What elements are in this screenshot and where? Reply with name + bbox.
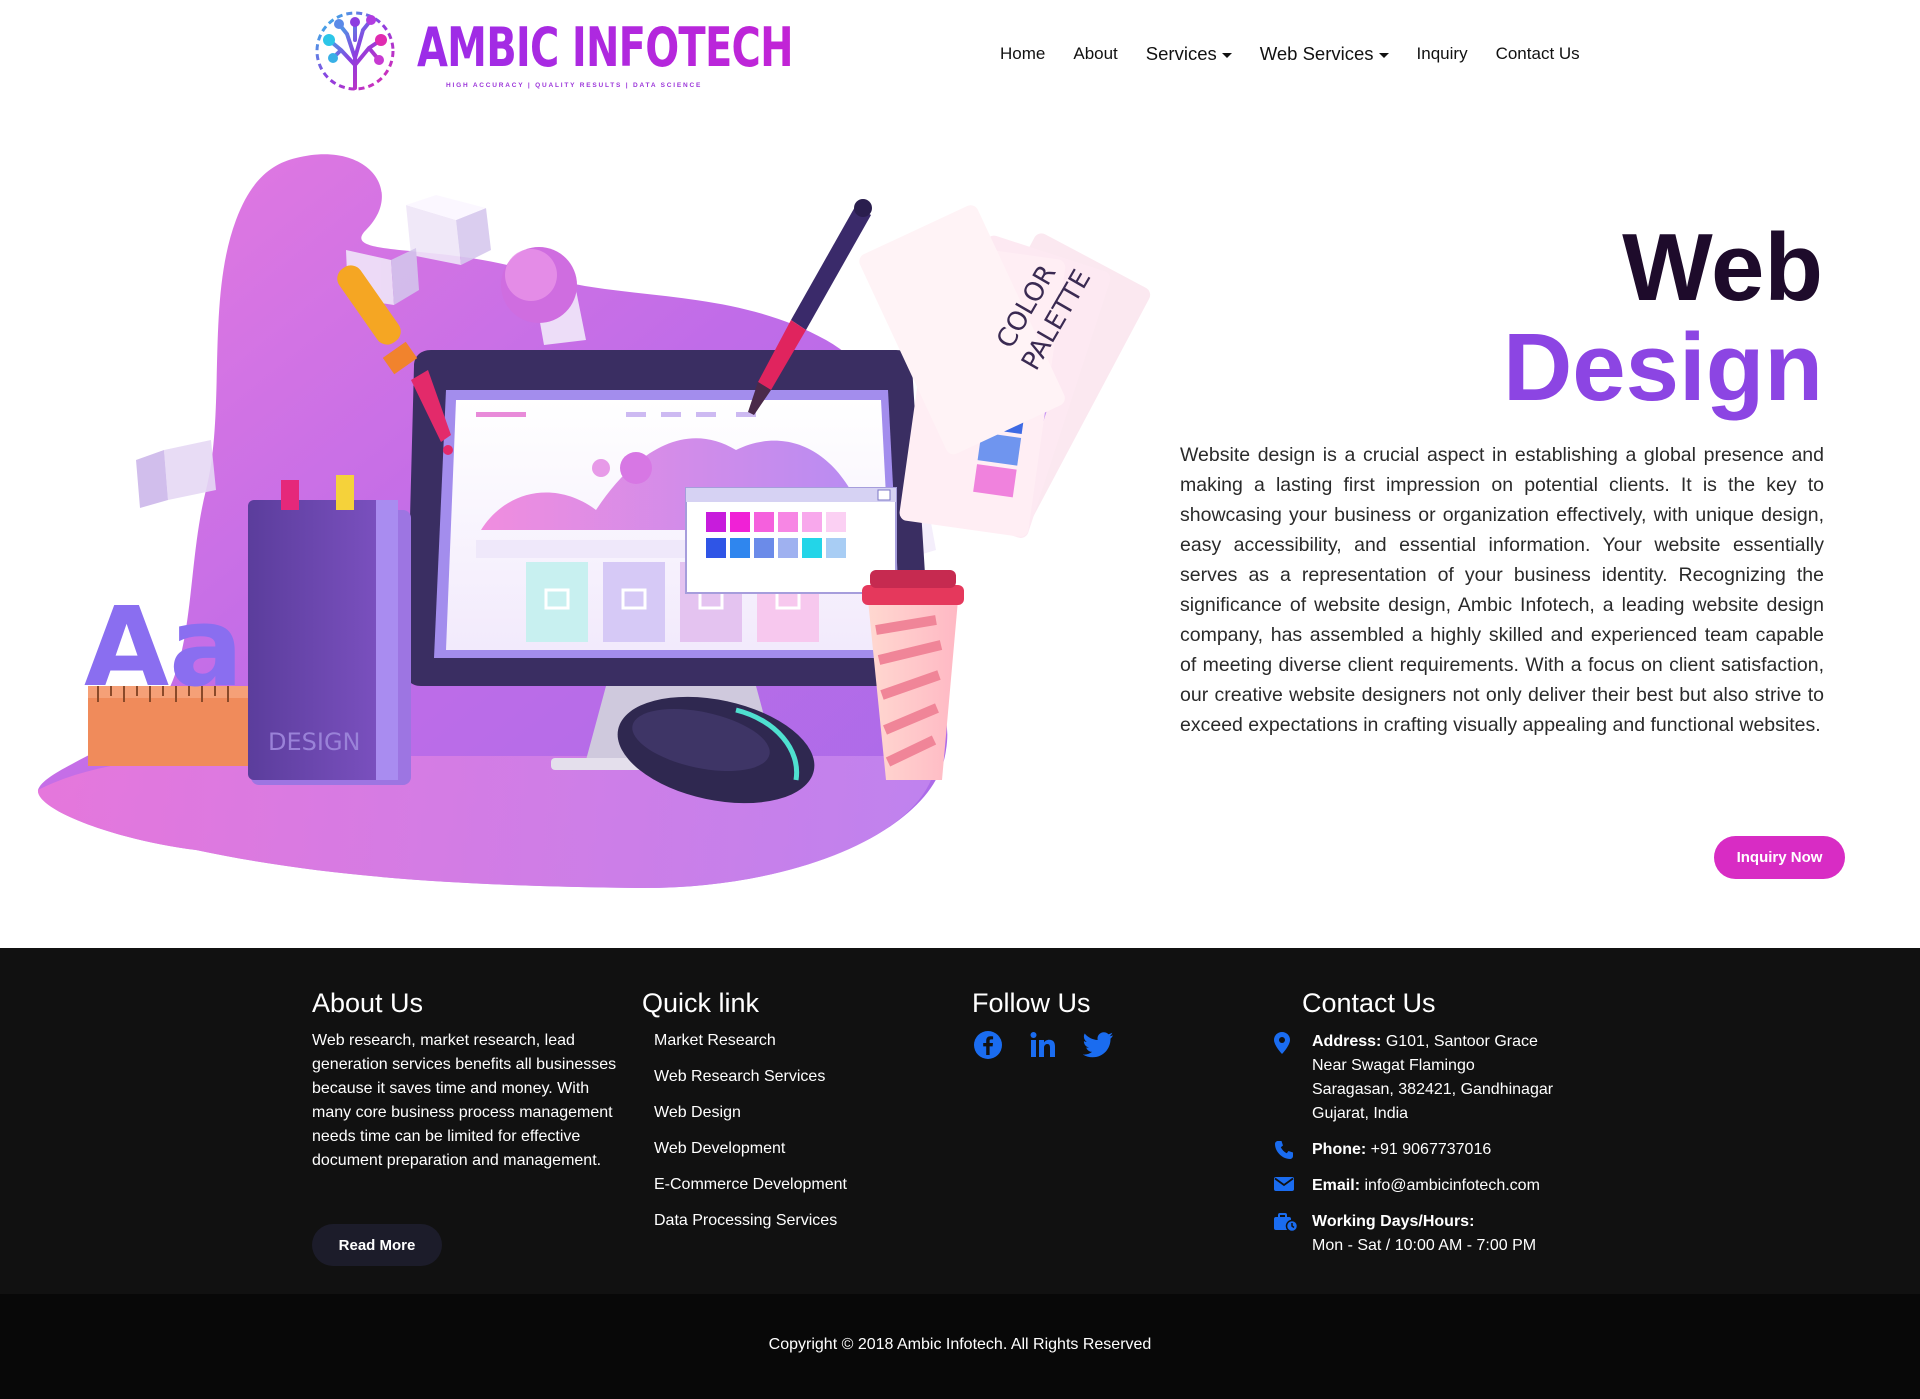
chevron-down-icon bbox=[1378, 52, 1389, 58]
address-label: Address: bbox=[1312, 1033, 1382, 1050]
nav-about-label: About bbox=[1073, 44, 1118, 63]
quick-link-web-development[interactable]: Web Development bbox=[642, 1137, 942, 1173]
briefcase-clock-icon bbox=[1272, 1210, 1312, 1234]
page-title: Web Design bbox=[1503, 220, 1823, 416]
book-label: DESIGN bbox=[268, 728, 361, 756]
linkedin-icon[interactable] bbox=[1027, 1029, 1059, 1061]
footer-contact: Contact Us bbox=[1302, 988, 1632, 1029]
nav-home[interactable]: Home bbox=[1000, 44, 1045, 64]
nav-services-label: Services bbox=[1145, 43, 1217, 64]
quick-link-ecommerce[interactable]: E-Commerce Development bbox=[642, 1173, 942, 1209]
footer-contact-heading: Contact Us bbox=[1302, 988, 1436, 1018]
footer-about-heading: About Us bbox=[312, 988, 424, 1018]
nav-inquiry-label: Inquiry bbox=[1416, 44, 1468, 63]
quick-link-data-processing[interactable]: Data Processing Services bbox=[642, 1209, 942, 1245]
site-footer bbox=[0, 948, 1920, 1294]
facebook-icon[interactable] bbox=[972, 1029, 1004, 1061]
footer-about: About Us Web research, market research, … bbox=[312, 988, 622, 1173]
location-pin-icon bbox=[1272, 1030, 1312, 1054]
nav-web-services[interactable]: Web Services bbox=[1260, 43, 1389, 65]
chevron-down-icon bbox=[1221, 52, 1232, 58]
address-line3: Saragasan, 382421, Gandhinagar bbox=[1312, 1081, 1554, 1098]
copyright-text: Copyright © 2018 Ambic Infotech. All Rig… bbox=[768, 1336, 1152, 1353]
footer-quick-links-heading: Quick link bbox=[642, 988, 760, 1018]
hours-value: Mon - Sat / 10:00 AM - 7:00 PM bbox=[1312, 1237, 1537, 1254]
hours-label: Working Days/Hours: bbox=[1312, 1213, 1475, 1230]
nav-web-services-label: Web Services bbox=[1259, 43, 1374, 64]
letters-aa: Aa bbox=[84, 583, 243, 711]
phone-icon bbox=[1272, 1138, 1312, 1162]
nav-contact-label: Contact Us bbox=[1495, 44, 1580, 63]
quick-link-web-research[interactable]: Web Research Services bbox=[642, 1065, 942, 1101]
hero-description: Website design is a crucial aspect in es… bbox=[1180, 444, 1824, 736]
nav-contact[interactable]: Contact Us bbox=[1496, 44, 1580, 64]
footer-follow-heading: Follow Us bbox=[972, 988, 1091, 1018]
address-line2: Near Swagat Flamingo bbox=[1312, 1057, 1475, 1074]
envelope-icon bbox=[1272, 1174, 1312, 1198]
contact-hours: Working Days/Hours: Mon - Sat / 10:00 AM… bbox=[1272, 1210, 1612, 1258]
address-line1: G101, Santoor Grace bbox=[1385, 1033, 1538, 1050]
quick-link-market-research[interactable]: Market Research bbox=[642, 1029, 942, 1065]
web-design-illustration: COLOR PALETTE Aa DESIGN bbox=[37, 154, 1151, 889]
nav-home-label: Home bbox=[1000, 44, 1046, 63]
contact-email: Email: info@ambicinfotech.com bbox=[1272, 1174, 1612, 1198]
page-title-line1: Web bbox=[1622, 214, 1823, 321]
inquiry-now-button[interactable]: Inquiry Now bbox=[1714, 836, 1845, 879]
footer-follow: Follow Us bbox=[972, 988, 1232, 1061]
phone-value[interactable]: +91 9067737016 bbox=[1371, 1141, 1492, 1158]
address-line4: Gujarat, India bbox=[1312, 1105, 1409, 1122]
quick-link-web-design[interactable]: Web Design bbox=[642, 1101, 942, 1137]
contact-address: Address: G101, Santoor Grace Near Swagat… bbox=[1272, 1030, 1612, 1126]
brand-logo[interactable]: AMBIC INFOTECH HIGH ACCURACY | QUALITY R… bbox=[313, 8, 794, 93]
email-value[interactable]: info@ambicinfotech.com bbox=[1364, 1177, 1539, 1194]
twitter-icon[interactable] bbox=[1082, 1029, 1114, 1061]
brand-name: AMBIC INFOTECH bbox=[417, 16, 794, 79]
social-links bbox=[972, 1029, 1232, 1061]
brand-tagline: HIGH ACCURACY | QUALITY RESULTS | DATA S… bbox=[446, 82, 703, 89]
logo-tree-icon bbox=[315, 11, 395, 91]
read-more-button[interactable]: Read More bbox=[312, 1224, 442, 1266]
quick-links-list: Market Research Web Research Services We… bbox=[642, 1029, 942, 1245]
main-nav: Home About Services Web Services Inquiry… bbox=[1000, 43, 1608, 65]
email-label: Email: bbox=[1312, 1177, 1361, 1194]
contact-phone: Phone: +91 9067737016 bbox=[1272, 1138, 1612, 1162]
nav-about[interactable]: About bbox=[1073, 44, 1117, 64]
footer-quick-links: Quick link Market Research Web Research … bbox=[642, 988, 942, 1245]
page-title-line2: Design bbox=[1502, 314, 1823, 421]
site-header: AMBIC INFOTECH HIGH ACCURACY | QUALITY R… bbox=[0, 0, 1920, 110]
phone-label: Phone: bbox=[1312, 1141, 1367, 1158]
nav-services[interactable]: Services bbox=[1146, 43, 1232, 65]
footer-about-text: Web research, market research, lead gene… bbox=[312, 1032, 617, 1169]
nav-inquiry[interactable]: Inquiry bbox=[1417, 44, 1468, 64]
